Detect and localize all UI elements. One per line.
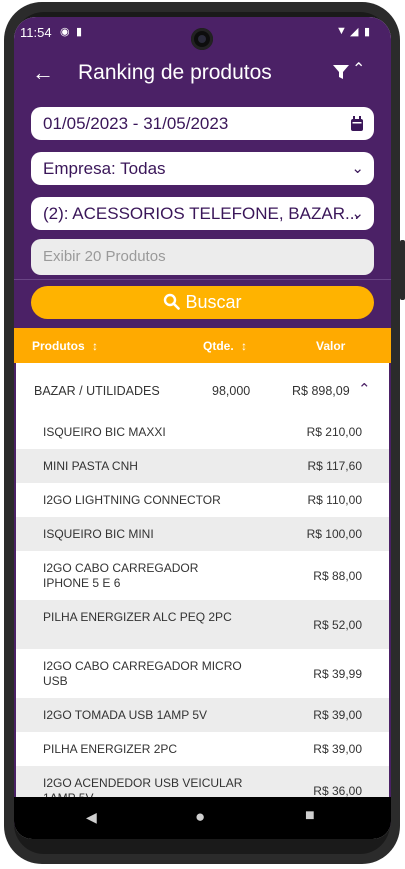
search-button-label: Buscar: [185, 292, 242, 312]
list-item[interactable]: I2GO LIGHTNING CONNECTOR R$ 110,00: [16, 483, 389, 517]
item-value: R$ 36,00: [313, 784, 362, 798]
status-time: 11:54: [20, 25, 52, 40]
volume-button: [400, 240, 405, 300]
group-name: BAZAR / UTILIDADES: [34, 384, 160, 398]
item-value: R$ 39,99: [313, 667, 362, 681]
column-products[interactable]: Produtos ↕: [32, 339, 98, 353]
item-name: I2GO LIGHTNING CONNECTOR: [43, 493, 221, 507]
products-count-input[interactable]: Exibir 20 Produtos: [31, 239, 374, 275]
app-bar: ← Ranking de produtos ⌃: [14, 53, 391, 95]
list-item[interactable]: MINI PASTA CNH R$ 117,60: [16, 449, 389, 483]
item-name: I2GO CABO CARREGADOR IPHONE 5 E 6: [43, 561, 199, 590]
item-name: ISQUEIRO BIC MAXXI: [43, 425, 166, 439]
list-item[interactable]: I2GO TOMADA USB 1AMP 5V R$ 39,00: [16, 698, 389, 732]
item-value: R$ 100,00: [306, 527, 362, 541]
company-value: Empresa: Todas: [43, 159, 166, 178]
date-range-field[interactable]: 01/05/2023 - 31/05/2023: [31, 107, 374, 140]
list-item[interactable]: I2GO CABO CARREGADOR IPHONE 5 E 6 R$ 88,…: [16, 551, 389, 600]
back-nav-icon[interactable]: ◀: [86, 809, 97, 826]
date-range-value: 01/05/2023 - 31/05/2023: [43, 114, 229, 133]
item-value: R$ 39,00: [313, 708, 362, 722]
product-list: BAZAR / UTILIDADES 98,000 R$ 898,09 ⌃ IS…: [14, 363, 391, 839]
collapse-chevron-icon[interactable]: ⌃: [358, 380, 371, 398]
item-name: PILHA ENERGIZER ALC PEQ 2PC: [43, 610, 232, 624]
item-name: ISQUEIRO BIC MINI: [43, 527, 154, 541]
category-value: (2): ACESSORIOS TELEFONE, BAZAR...: [43, 204, 360, 223]
company-select[interactable]: Empresa: Todas ⌄: [31, 152, 374, 185]
item-value: R$ 117,60: [307, 459, 363, 473]
item-name: PILHA ENERGIZER 2PC: [43, 742, 178, 756]
battery-icon: ▮: [364, 26, 371, 38]
sort-icon: ↕: [241, 339, 248, 353]
list-item[interactable]: PILHA ENERGIZER ALC PEQ 2PC R$ 52,00: [16, 600, 389, 649]
column-products-label: Produtos: [32, 339, 85, 353]
list-item[interactable]: I2GO CABO CARREGADOR MICRO USB R$ 39,99: [16, 649, 389, 698]
item-value: R$ 88,00: [313, 569, 362, 583]
wifi-icon: ▼: [336, 25, 347, 37]
signal-icon: ◢: [350, 26, 359, 38]
home-nav-icon[interactable]: ●: [195, 807, 205, 827]
at-icon: ◉: [60, 26, 70, 38]
chevron-down-icon: ⌄: [351, 205, 364, 222]
screen: 11:54 ◉ ▮ ▼ ◢ ▮ ← Ranking de produtos ⌃ …: [14, 17, 391, 839]
column-qty[interactable]: Qtde. ↕: [203, 339, 247, 353]
chevron-down-icon: ⌄: [351, 160, 364, 177]
products-count-placeholder: Exibir 20 Produtos: [43, 248, 166, 265]
front-camera: [191, 28, 213, 50]
item-value: R$ 39,00: [313, 742, 362, 756]
column-value-label: Valor: [316, 339, 346, 353]
back-arrow-icon[interactable]: ←: [32, 59, 54, 87]
system-nav-bar: ◀ ● ■: [14, 797, 391, 839]
recents-nav-icon[interactable]: ■: [305, 807, 315, 825]
list-item[interactable]: PILHA ENERGIZER 2PC R$ 39,00: [16, 732, 389, 766]
list-item[interactable]: ISQUEIRO BIC MINI R$ 100,00: [16, 517, 389, 551]
sort-icon: ↕: [92, 339, 99, 353]
item-name: I2GO CABO CARREGADOR MICRO USB: [43, 659, 242, 688]
item-name: MINI PASTA CNH: [43, 459, 138, 473]
group-value: R$ 898,09: [292, 384, 350, 398]
item-name: I2GO TOMADA USB 1AMP 5V: [43, 708, 208, 722]
page-title: Ranking de produtos: [78, 61, 272, 84]
filter-icon[interactable]: [332, 63, 350, 81]
column-qty-label: Qtde.: [203, 339, 234, 353]
list-item[interactable]: ISQUEIRO BIC MAXXI R$ 210,00: [16, 416, 389, 449]
search-icon: [164, 293, 181, 310]
sd-card-icon: ▮: [76, 26, 83, 38]
search-button[interactable]: Buscar: [31, 286, 374, 319]
category-select[interactable]: (2): ACESSORIOS TELEFONE, BAZAR... ⌄: [31, 197, 374, 230]
item-value: R$ 52,00: [313, 618, 362, 632]
group-qty: 98,000: [212, 384, 251, 398]
table-header: Produtos ↕ Qtde. ↕ Valor: [14, 328, 391, 363]
item-value: R$ 210,00: [306, 425, 362, 439]
item-value: R$ 110,00: [307, 493, 363, 507]
divider: [14, 279, 391, 280]
chevron-up-icon[interactable]: ⌃: [352, 59, 365, 79]
group-row[interactable]: BAZAR / UTILIDADES 98,000 R$ 898,09 ⌃: [16, 363, 389, 416]
calendar-icon: [351, 116, 363, 131]
